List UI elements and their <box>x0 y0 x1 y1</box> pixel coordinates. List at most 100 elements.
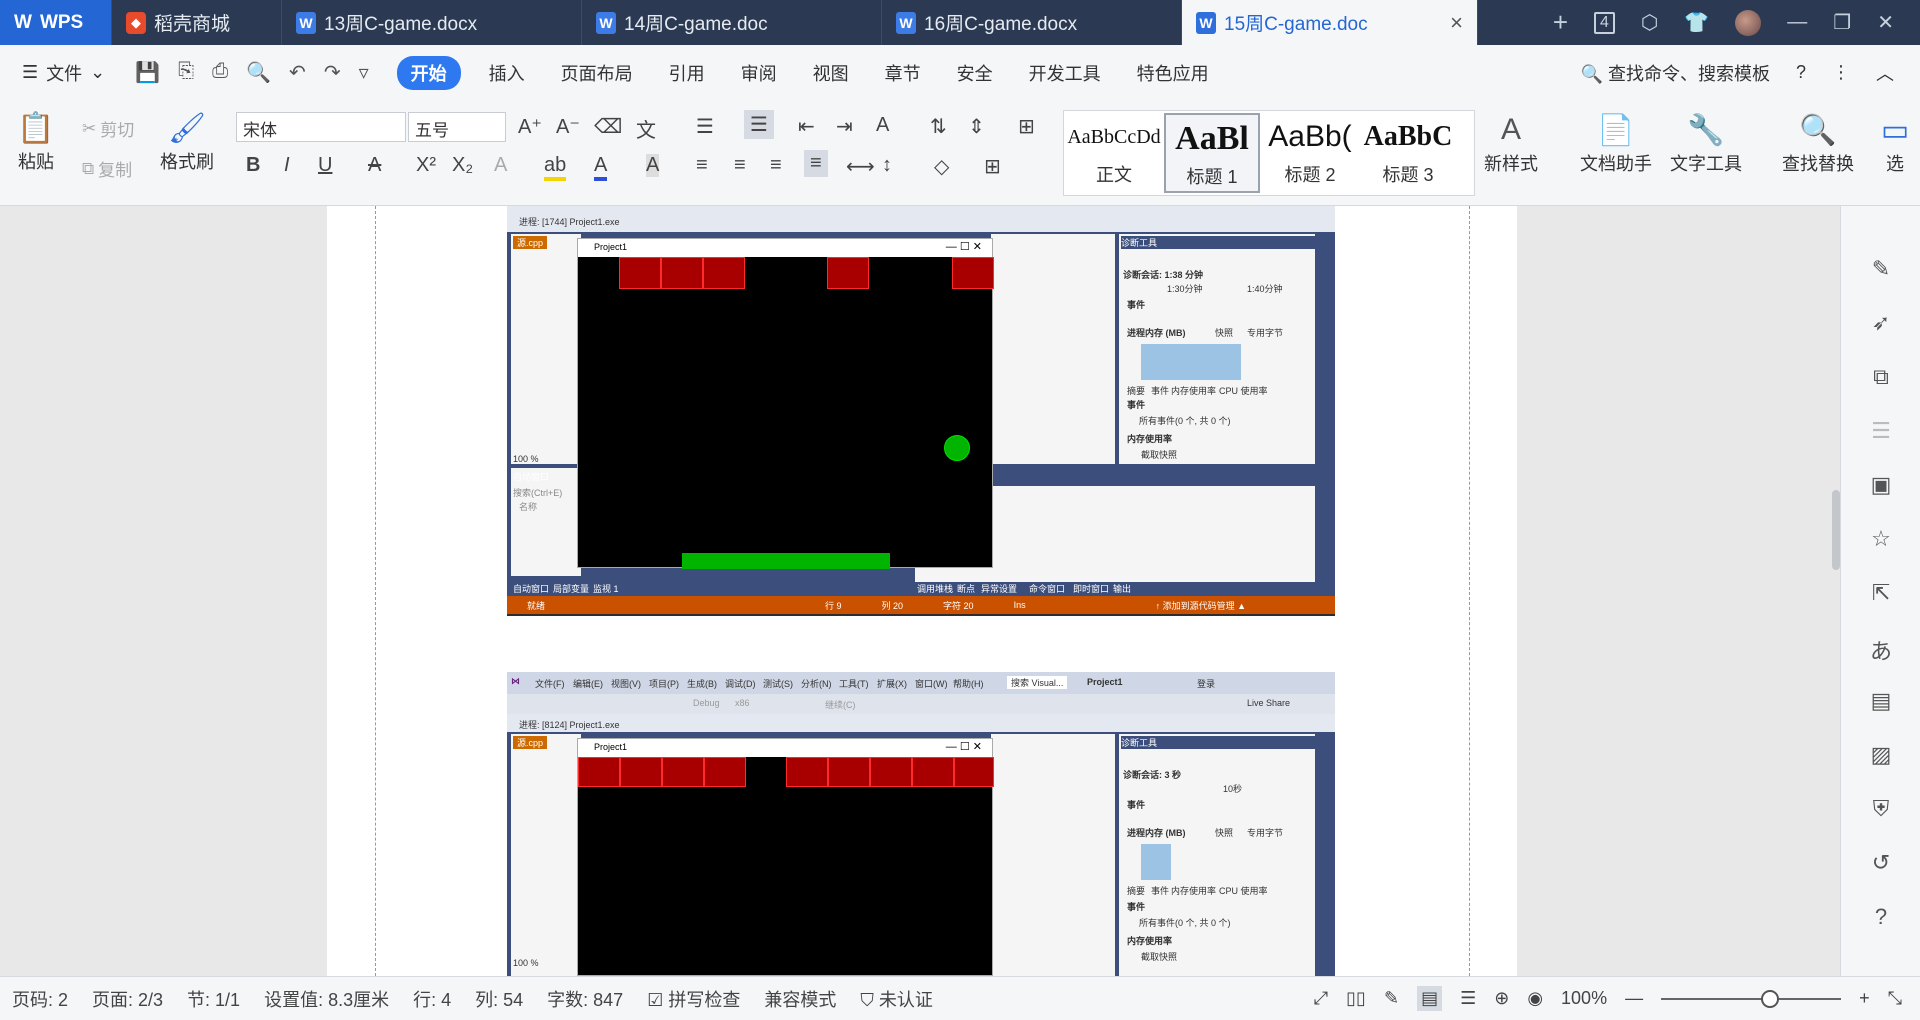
help-circle-icon[interactable]: ? <box>1867 904 1895 932</box>
phonetic-icon[interactable]: 文 <box>636 114 656 143</box>
cut-button[interactable]: ✂ 剪切 <box>82 116 134 141</box>
vs-bottom-tab[interactable]: 局部变量 <box>553 582 589 595</box>
status-col[interactable]: 列: 54 <box>463 986 535 1012</box>
minimize-icon[interactable]: — <box>1787 11 1807 34</box>
align-center-icon[interactable]: ≡ <box>734 154 746 177</box>
vs-menu-item[interactable]: 窗口(W) <box>915 677 948 690</box>
reading-view-icon[interactable]: ▯▯ <box>1346 988 1366 1009</box>
redo-icon[interactable]: ↷ <box>324 60 341 85</box>
vertical-scrollbar[interactable] <box>1832 206 1840 976</box>
customize-icon[interactable]: ▿ <box>359 60 369 85</box>
cursor-icon[interactable]: ➶ <box>1867 310 1895 338</box>
style-heading-1[interactable]: AaBl 标题 1 <box>1164 113 1260 193</box>
page-view-icon[interactable]: ▤ <box>1417 986 1443 1011</box>
vs-menu-item[interactable]: 分析(N) <box>801 677 832 690</box>
superscript-icon[interactable]: X² <box>416 154 436 177</box>
menu-insert[interactable]: 插入 <box>471 60 543 86</box>
web-view-icon[interactable]: ⊕ <box>1494 988 1509 1009</box>
avatar[interactable] <box>1735 9 1762 36</box>
print-icon[interactable]: ⎙ <box>212 60 228 85</box>
more-icon[interactable]: ⋮ <box>1832 62 1850 83</box>
zoom-level[interactable]: 100% <box>1561 988 1607 1009</box>
zoom-in-icon[interactable]: + <box>1859 988 1870 1009</box>
align-left-icon[interactable]: ≡ <box>696 154 708 177</box>
highlight-icon[interactable]: ab <box>544 154 567 181</box>
select-button[interactable]: ▭ 选 <box>1880 110 1910 176</box>
undo-icon[interactable]: ↶ <box>289 60 306 85</box>
vs-menu-item[interactable]: 编辑(E) <box>573 677 603 690</box>
close-tab-icon[interactable]: × <box>1450 10 1463 36</box>
subscript-icon[interactable]: X₂ <box>452 154 473 177</box>
shapes-icon[interactable]: ⧉ <box>1867 364 1895 392</box>
show-marks-icon[interactable]: ⊞ <box>1018 114 1035 139</box>
image-icon[interactable]: ▨ <box>1867 742 1895 770</box>
tab-15-game[interactable]: W 15周C-game.doc × <box>1182 0 1478 45</box>
status-section[interactable]: 节: 1/1 <box>175 986 252 1012</box>
vs-login[interactable]: 登录 <box>1197 677 1215 690</box>
vs-bottom-tab[interactable]: 调用堆栈 <box>917 582 953 595</box>
grow-font-icon[interactable]: A⁺ <box>518 114 542 139</box>
save-icon[interactable]: 💾 <box>135 60 160 85</box>
vs-menu-item[interactable]: 视图(V) <box>611 677 641 690</box>
tab-16-game[interactable]: W 16周C-game.docx <box>882 0 1182 45</box>
status-compat-mode[interactable]: 兼容模式 <box>752 986 848 1012</box>
sort-icon[interactable]: ⇅ <box>930 114 947 139</box>
tab-14-game[interactable]: W 14周C-game.doc <box>582 0 882 45</box>
collapse-ribbon-icon[interactable]: ︿ <box>1876 60 1894 86</box>
cloud-icon[interactable]: ⬡ <box>1641 10 1658 35</box>
scrollbar-thumb[interactable] <box>1832 490 1840 570</box>
vs-diag-tab[interactable]: 内存使用率 <box>1171 384 1216 397</box>
shield-icon[interactable]: ⛨ <box>1867 796 1895 824</box>
gallery-icon[interactable]: ▣ <box>1867 472 1895 500</box>
underline-icon[interactable]: U <box>318 154 332 177</box>
style-heading-2[interactable]: AaBb(标题 2 <box>1262 113 1358 193</box>
vs-menu-item[interactable]: 扩展(X) <box>877 677 907 690</box>
vs-bottom-tab[interactable]: 自动窗口 <box>513 582 549 595</box>
text-tools-button[interactable]: 🔧 文字工具 <box>1670 110 1742 176</box>
new-tab-button[interactable]: + <box>1553 7 1568 38</box>
borders-icon[interactable]: ⊞ <box>984 154 1001 179</box>
strikethrough-icon[interactable]: A <box>368 154 381 177</box>
menu-references[interactable]: 引用 <box>651 60 723 86</box>
italic-icon[interactable]: I <box>284 154 290 177</box>
print-preview-icon[interactable]: 🔍 <box>246 60 271 85</box>
fit-page-icon[interactable]: ⤡ <box>1888 988 1902 1009</box>
vs-search-box[interactable]: 搜索 Visual... <box>1007 676 1068 689</box>
vs-continue[interactable]: 继续(C) <box>825 698 856 711</box>
char-shading-icon[interactable]: A <box>646 154 660 177</box>
pen-icon[interactable]: ✎ <box>1867 256 1895 284</box>
menu-start[interactable]: 开始 <box>396 55 461 90</box>
menu-security[interactable]: 安全 <box>939 60 1011 86</box>
align-right-icon[interactable]: ≡ <box>770 154 782 177</box>
tab-13-game[interactable]: W 13周C-game.docx <box>282 0 582 45</box>
vs-diag-tab[interactable]: 摘要 <box>1127 384 1145 397</box>
vs-diag-tab[interactable]: CPU 使用率 <box>1219 384 1268 397</box>
find-replace-button[interactable]: 🔍 查找替换 <box>1782 110 1854 176</box>
vs-bottom-tab[interactable]: 输出 <box>1113 582 1131 595</box>
distributed-icon[interactable]: ⟷ <box>846 154 875 179</box>
zoom-slider[interactable] <box>1661 989 1842 1008</box>
menu-special[interactable]: 特色应用 <box>1119 60 1227 86</box>
status-row[interactable]: 行: 4 <box>401 986 463 1012</box>
vs-bottom-tab[interactable]: 命令窗口 <box>1029 582 1065 595</box>
status-word-count[interactable]: 字数: 847 <box>535 986 635 1012</box>
vs-menu-item[interactable]: 文件(F) <box>535 677 565 690</box>
bold-icon[interactable]: B <box>246 154 260 177</box>
paste-button[interactable]: 📋 粘贴 <box>16 108 56 174</box>
vs-config[interactable]: Debug <box>693 698 720 708</box>
paragraph-spacing-icon[interactable]: ↕ <box>882 154 892 177</box>
vs-menu-item[interactable]: 帮助(H) <box>953 677 984 690</box>
window-count-badge[interactable]: 4 <box>1594 11 1615 34</box>
export-icon[interactable]: ⎘ <box>178 60 194 85</box>
window-close-icon[interactable]: ✕ <box>1877 10 1894 35</box>
history-icon[interactable]: ↺ <box>1867 850 1895 878</box>
spell-check-button[interactable]: ☑ 拼写检查 <box>635 986 752 1012</box>
line-spacing-icon[interactable]: ⇕ <box>968 114 985 139</box>
file-menu[interactable]: ☰ 文件 ⌄ <box>0 60 117 86</box>
outline-view-icon[interactable]: ☰ <box>1460 988 1476 1009</box>
vs-menu-item[interactable]: 调试(D) <box>725 677 756 690</box>
shading-icon[interactable]: ◇ <box>934 154 949 179</box>
increase-indent-icon[interactable]: ⇥ <box>836 114 853 139</box>
style-heading-3[interactable]: AaBbC 标题 3 <box>1360 113 1456 193</box>
status-page-code[interactable]: 页码: 2 <box>0 986 80 1012</box>
